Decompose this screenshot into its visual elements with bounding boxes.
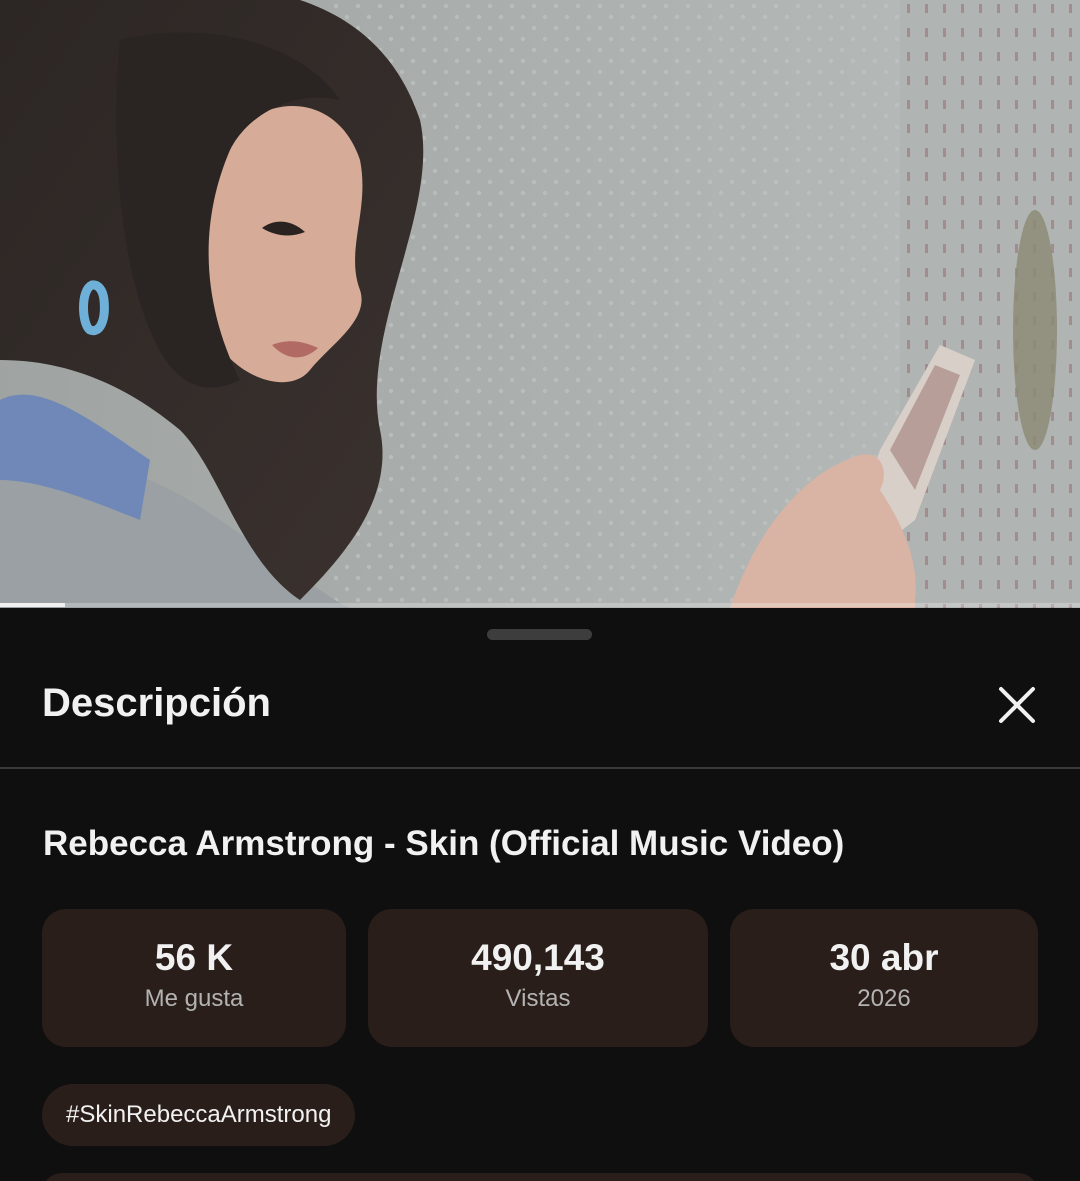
likes-label: Me gusta	[144, 985, 244, 1012]
close-button[interactable]	[988, 676, 1046, 734]
likes-count: 56 K	[154, 937, 234, 978]
next-section-card	[42, 1173, 1038, 1181]
video-title: Rebecca Armstrong - Skin (Official Music…	[43, 824, 845, 863]
views-count: 490,143	[471, 937, 605, 978]
views-label: Vistas	[505, 985, 571, 1012]
description-sheet: Descripción Rebecca Armstrong - Skin (Of…	[0, 608, 1080, 1181]
hashtag-chip[interactable]: #SkinRebeccaArmstrong	[42, 1084, 356, 1146]
publish-date-day: 30 abr	[829, 937, 939, 978]
likes-stat: 56 K Me gusta	[42, 909, 346, 1047]
video-player[interactable]	[0, 0, 1080, 608]
video-progress-fill	[0, 603, 65, 607]
video-frame-image	[0, 0, 1080, 608]
close-icon	[999, 687, 1035, 723]
views-stat: 490,143 Vistas	[368, 909, 708, 1047]
sheet-drag-handle[interactable]	[487, 629, 592, 640]
video-progress-bar[interactable]	[0, 603, 1080, 607]
publish-date-stat: 30 abr 2026	[730, 909, 1038, 1047]
youtube-description-screen: Descripción Rebecca Armstrong - Skin (Of…	[0, 0, 1080, 1181]
header-divider	[0, 767, 1080, 769]
sheet-title: Descripción	[42, 681, 271, 725]
publish-date-year: 2026	[857, 985, 911, 1012]
